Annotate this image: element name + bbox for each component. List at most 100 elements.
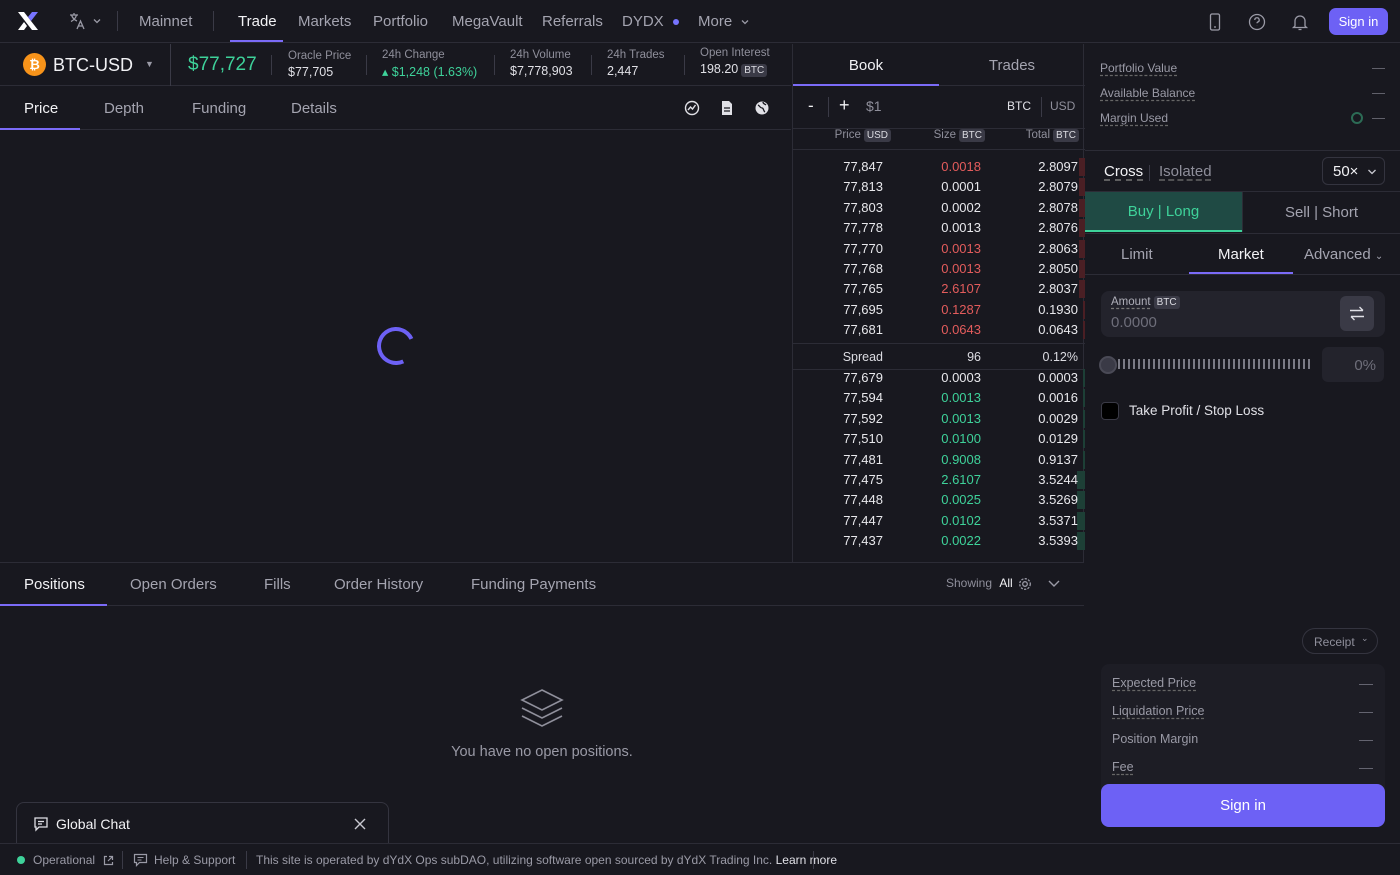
bid-row[interactable]: 77,481 0.9008 0.9137	[793, 450, 1085, 470]
buy-long-tab[interactable]: Buy | Long	[1085, 192, 1242, 232]
tab-open-orders[interactable]: Open Orders	[130, 563, 217, 605]
nav-dydx[interactable]: DYDX	[622, 0, 679, 43]
nav-megavault[interactable]: MegaVault	[452, 0, 523, 43]
ask-row[interactable]: 77,847 0.0018 2.8097	[793, 157, 1085, 177]
sign-in-button[interactable]: Sign in	[1329, 8, 1388, 35]
cell-price: 77,594	[843, 390, 883, 406]
ask-row[interactable]: 77,765 2.6107 2.8037	[793, 279, 1085, 299]
leverage-select[interactable]: 50×	[1322, 157, 1385, 185]
fee-value: —	[1359, 759, 1373, 775]
unit-toggle-btc[interactable]: BTC	[1007, 99, 1031, 113]
tab-trades[interactable]: Trades	[939, 44, 1085, 86]
swap-unit-button[interactable]	[1340, 296, 1374, 331]
nav-referrals[interactable]: Referrals	[542, 0, 603, 43]
unit-toggle-usd[interactable]: USD	[1050, 99, 1075, 113]
cell-price: 77,592	[843, 410, 883, 426]
ask-row[interactable]: 77,681 0.0643 0.0643	[793, 320, 1085, 340]
bid-row[interactable]: 77,447 0.0102 3.5371	[793, 511, 1085, 531]
stat-24h-volume: 24h Volume $7,778,903	[510, 49, 573, 78]
slider-thumb[interactable]	[1099, 356, 1117, 374]
zoom-in-button[interactable]: +	[839, 95, 850, 116]
cell-total: 3.5244	[1038, 472, 1078, 487]
ask-row[interactable]: 77,803 0.0002 2.8078	[793, 198, 1085, 218]
unit-tag: BTC	[741, 64, 768, 77]
network-label[interactable]: Mainnet	[139, 0, 192, 43]
help-icon[interactable]	[1246, 11, 1268, 33]
tab-depth[interactable]: Depth	[104, 87, 144, 129]
bid-row[interactable]: 77,592 0.0013 0.0029	[793, 409, 1085, 429]
caret-down-icon[interactable]: ▼	[145, 59, 154, 69]
bid-row[interactable]: 77,475 2.6107 3.5244	[793, 470, 1085, 490]
tab-details[interactable]: Details	[291, 87, 337, 129]
showing-filter[interactable]: Showing All	[946, 576, 1013, 590]
chart-icon[interactable]	[684, 100, 700, 116]
ask-row[interactable]: 77,695 0.1287 0.1930	[793, 300, 1085, 320]
divider	[271, 55, 272, 75]
position-margin-value: —	[1359, 731, 1373, 747]
bid-row[interactable]: 77,510 0.0100 0.0129	[793, 429, 1085, 449]
sell-short-tab[interactable]: Sell | Short	[1242, 192, 1400, 232]
sign-in-trade-button[interactable]: Sign in	[1101, 784, 1385, 827]
order-type-market[interactable]: Market	[1218, 246, 1264, 263]
market-pair[interactable]: BTC-USD	[53, 55, 133, 76]
order-type-advanced[interactable]: Advanced ⌄	[1304, 246, 1383, 263]
margin-mode-cross[interactable]: Cross	[1104, 163, 1143, 180]
chevron-down-icon[interactable]	[1047, 579, 1061, 589]
close-icon[interactable]	[353, 817, 367, 831]
tab-positions[interactable]: Positions	[24, 563, 85, 605]
tab-book[interactable]: Book	[793, 44, 939, 86]
amount-slider[interactable]	[1099, 356, 1314, 374]
ask-row[interactable]: 77,768 0.0013 2.8050	[793, 259, 1085, 279]
help-support-link[interactable]: Help & Support	[154, 853, 235, 867]
divider	[366, 55, 367, 75]
cell-total: 2.8097	[1038, 159, 1078, 174]
order-type-limit[interactable]: Limit	[1121, 246, 1153, 263]
ask-row[interactable]: 77,813 0.0001 2.8079	[793, 177, 1085, 197]
tab-funding-payments[interactable]: Funding Payments	[471, 563, 596, 605]
margin-mode-isolated[interactable]: Isolated	[1159, 163, 1212, 180]
settings-gear-icon[interactable]	[1017, 576, 1033, 592]
operator-notice: This site is operated by dYdX Ops subDAO…	[256, 853, 837, 867]
bell-icon[interactable]	[1289, 11, 1311, 33]
tab-price[interactable]: Price	[24, 87, 58, 129]
document-icon[interactable]	[720, 100, 734, 116]
cell-price: 77,778	[843, 220, 883, 236]
status-operational[interactable]: Operational	[33, 853, 114, 867]
tab-order-history[interactable]: Order History	[334, 563, 423, 605]
tab-fills[interactable]: Fills	[264, 563, 291, 605]
nav-markets[interactable]: Markets	[298, 0, 351, 43]
nav-more[interactable]: More	[698, 0, 750, 43]
percent-input[interactable]: 0%	[1322, 347, 1384, 382]
chat-icon	[34, 817, 48, 832]
mobile-icon[interactable]	[1204, 11, 1226, 33]
ask-row[interactable]: 77,778 0.0013 2.8076	[793, 218, 1085, 238]
portfolio-value-label: Portfolio Value	[1100, 61, 1178, 75]
globe-icon[interactable]	[754, 100, 770, 116]
tpsl-checkbox[interactable]	[1101, 402, 1119, 420]
chevron-down-icon: ⌄	[1374, 251, 1384, 262]
chevron-down-icon: ⌄	[1361, 633, 1369, 643]
zoom-out-button[interactable]: -	[808, 96, 814, 116]
bid-row[interactable]: 77,679 0.0003 0.0003	[793, 368, 1085, 388]
translate-icon	[70, 13, 85, 30]
chevron-down-icon	[93, 19, 101, 24]
bid-row[interactable]: 77,594 0.0013 0.0016	[793, 388, 1085, 408]
learn-more-link[interactable]: Learn more	[776, 853, 837, 867]
ask-row[interactable]: 77,770 0.0013 2.8063	[793, 239, 1085, 259]
bid-row[interactable]: 77,448 0.0025 3.5269	[793, 490, 1085, 510]
amount-input[interactable]: 0.0000	[1111, 314, 1157, 331]
amount-input-box[interactable]: Amount BTC 0.0000	[1101, 291, 1385, 337]
global-chat-widget[interactable]: Global Chat	[16, 802, 389, 844]
tab-funding[interactable]: Funding	[192, 87, 246, 129]
language-selector[interactable]	[68, 12, 102, 30]
stat-value-number: 198.20	[700, 62, 739, 76]
cell-size: 2.6107	[941, 281, 981, 297]
nav-portfolio[interactable]: Portfolio	[373, 0, 428, 43]
dydx-logo-icon[interactable]	[17, 11, 39, 31]
expected-price-value: —	[1359, 675, 1373, 691]
nav-trade[interactable]: Trade	[238, 0, 277, 43]
receipt-toggle[interactable]: Receipt ⌄	[1302, 628, 1378, 654]
cell-total: 2.8063	[1038, 240, 1078, 256]
bid-row[interactable]: 77,437 0.0022 3.5393	[793, 531, 1085, 551]
slider-track	[1108, 359, 1312, 369]
